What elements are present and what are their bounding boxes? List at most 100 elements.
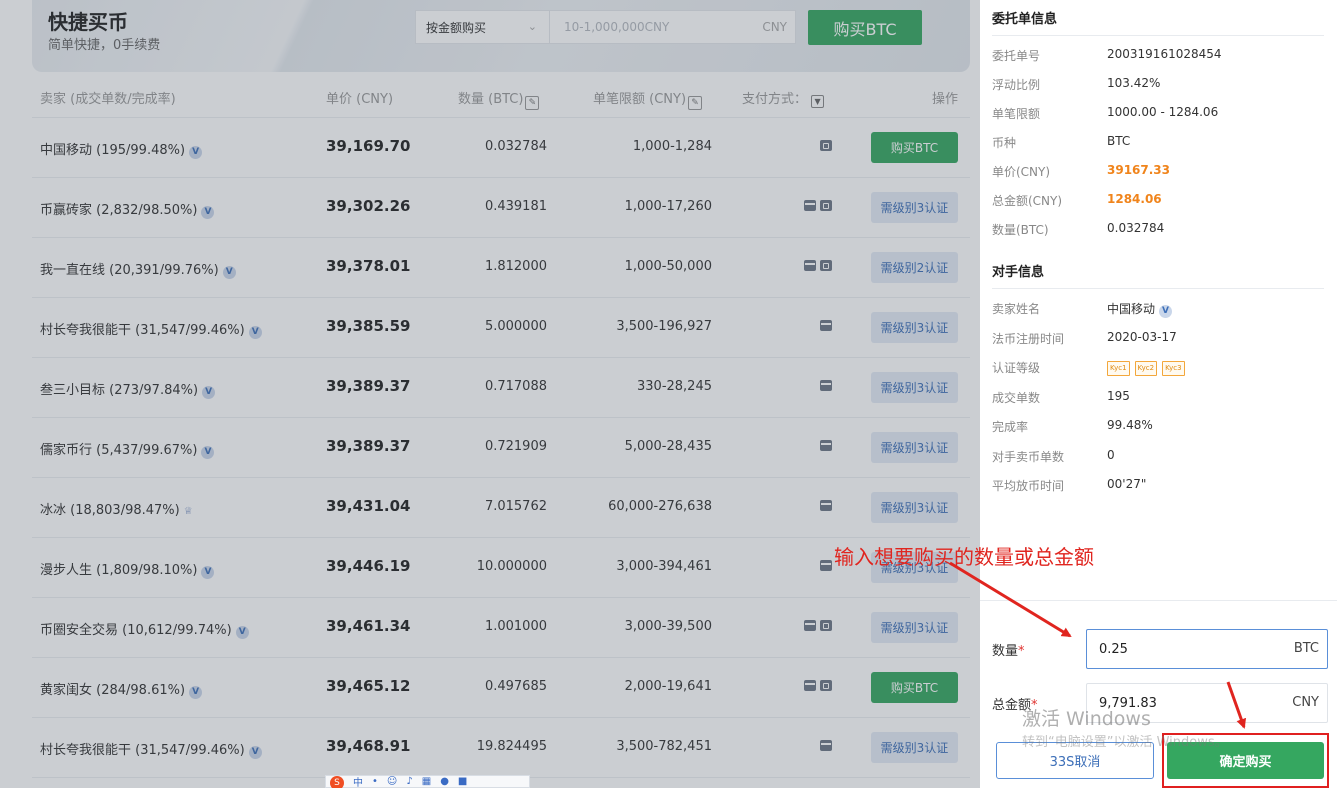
seller-name[interactable]: 币赢砖家 (2,832/98.50%) V xyxy=(40,199,215,219)
ime-language[interactable]: 中 xyxy=(353,774,363,788)
unit-price: 39,302.26 xyxy=(326,197,411,215)
microphone-icon[interactable]: ♪ xyxy=(406,776,412,787)
counterparty-key: 平均放币时间 xyxy=(992,479,1065,493)
keyboard-icon[interactable]: ▦ xyxy=(422,776,431,787)
order-info-value: 1284.06 xyxy=(1107,192,1162,206)
unit-price: 39,446.19 xyxy=(326,557,411,575)
header-pay[interactable]: 支付方式： ▼ xyxy=(742,88,825,108)
filter-icon[interactable]: ▼ xyxy=(811,95,825,108)
unit-price: 39,389.37 xyxy=(326,437,411,455)
purchase-mode-select[interactable]: 按金额购买 ⌄ xyxy=(415,10,550,44)
quantity: 1.812000 xyxy=(484,259,547,274)
payment-methods xyxy=(820,320,832,331)
seller-name[interactable]: 币圈安全交易 (10,612/99.74%) V xyxy=(40,619,249,639)
unit-price: 39,169.70 xyxy=(326,137,411,155)
alipay-icon xyxy=(820,620,832,631)
qty-label: 数量* xyxy=(992,640,1025,659)
page-title: 快捷买币 xyxy=(48,10,128,34)
header-action: 操作 xyxy=(931,92,958,107)
order-info-key: 总金额(CNY) xyxy=(992,194,1063,208)
seller-name[interactable]: 黄家闺女 (284/98.61%) V xyxy=(40,679,203,699)
alipay-icon xyxy=(820,140,832,151)
skin-icon[interactable]: ● xyxy=(440,776,449,787)
kyc-required-button[interactable]: 需级别3认证 xyxy=(871,432,958,463)
edit-icon[interactable]: ✎ xyxy=(688,96,703,110)
seller-name[interactable]: 中国移动 (195/99.48%) V xyxy=(40,139,203,159)
counterparty-key: 认证等级 xyxy=(992,361,1041,375)
kyc-required-button[interactable]: 需级别3认证 xyxy=(871,312,958,343)
counterparty-key: 成交单数 xyxy=(992,390,1041,405)
quick-buy-button[interactable]: 购买BTC xyxy=(808,10,922,45)
table-row: 币赢砖家 (2,832/98.50%) V 39,302.26 0.439181 1,0… xyxy=(32,178,970,238)
kyc-required-button[interactable]: 需级别3认证 xyxy=(871,492,958,523)
bank-card-icon xyxy=(820,500,832,511)
verified-icon: V xyxy=(222,266,236,279)
header-qty[interactable]: 数量 (BTC) ✎ xyxy=(458,88,540,110)
seller-name-text: 中国移动 xyxy=(1107,302,1156,316)
seller-name[interactable]: 我一直在线 (20,391/99.76%) V xyxy=(40,259,236,279)
payment-methods xyxy=(804,260,832,271)
buy-btc-button[interactable]: 购买BTC xyxy=(871,132,958,163)
kyc-required-button[interactable]: 需级别3认证 xyxy=(871,612,958,643)
header-limit-label: 单笔限额 (CNY) xyxy=(593,92,687,107)
verified-icon: V xyxy=(248,746,262,759)
seller-name[interactable]: 叁三小目标 (273/97.84%) V xyxy=(40,379,216,399)
counterparty-item: 认证等级 Kyc1 Kyc2 Kyc3 xyxy=(992,359,1332,379)
order-info-item: 浮动比例 103.42% xyxy=(992,76,1332,96)
amount-input[interactable]: 10-1,000,000CNY CNY xyxy=(550,10,796,44)
ime-toolbar[interactable]: S 中 • ☺ ♪ ▦ ● ■ xyxy=(325,775,530,788)
amount-unit: CNY xyxy=(762,20,787,34)
unit-price: 39,431.04 xyxy=(326,497,411,515)
seller-name[interactable]: 漫步人生 (1,809/98.10%) V xyxy=(40,559,215,579)
kyc-badge: Kyc2 xyxy=(1134,361,1158,376)
order-info-value: 0.032784 xyxy=(1107,221,1165,235)
kyc-required-button[interactable]: 需级别3认证 xyxy=(871,372,958,403)
section-divider xyxy=(992,288,1324,289)
emoji-icon[interactable]: ☺ xyxy=(387,776,397,787)
seller-name[interactable]: 村长夸我很能干 (31,547/99.46%) V xyxy=(40,319,262,339)
bank-card-icon xyxy=(820,440,832,451)
seller-name[interactable]: 儒家币行 (5,437/99.67%) V xyxy=(40,439,215,459)
table-row: 漫步人生 (1,809/98.10%) V 39,446.19 10.000000 3,… xyxy=(32,538,970,598)
qty-unit: BTC xyxy=(1293,641,1319,656)
order-info-value: 1000.00 - 1284.06 xyxy=(1107,105,1219,119)
order-limit: 2,000-19,641 xyxy=(624,679,712,694)
edit-icon[interactable]: ✎ xyxy=(525,96,540,110)
table-row: 村长夸我很能干 (31,547/99.46%) V 39,385.59 5.00000… xyxy=(32,298,970,358)
punctuation-icon[interactable]: • xyxy=(372,776,378,787)
seller-name[interactable]: 冰冰 (18,803/98.47%) ♕ xyxy=(40,499,193,518)
order-info-value: 103.42% xyxy=(1107,76,1161,90)
header-limit[interactable]: 单笔限额 (CNY) ✎ xyxy=(593,88,703,110)
qty-label-text: 数量 xyxy=(992,644,1019,659)
kyc-required-button[interactable]: 需级别3认证 xyxy=(871,192,958,223)
kyc-required-button[interactable]: 需级别2认证 xyxy=(871,252,958,283)
quantity: 19.824495 xyxy=(476,739,547,754)
tools-icon[interactable]: ■ xyxy=(458,776,467,787)
sogou-logo-icon[interactable]: S xyxy=(330,775,344,788)
seller-name-text: 漫步人生 (1,809/98.10%) xyxy=(40,563,198,578)
buy-btc-button[interactable]: 购买BTC xyxy=(871,672,958,703)
seller-name-text: 村长夸我很能干 (31,547/99.46%) xyxy=(40,743,245,758)
order-info-item: 币种 BTC xyxy=(992,134,1332,154)
bank-card-icon xyxy=(820,380,832,391)
seller-name[interactable]: 村长夸我很能干 (31,547/99.46%) V xyxy=(40,739,262,759)
counterparty-item: 卖家姓名 中国移动 V xyxy=(992,300,1332,320)
kyc-required-button[interactable]: 需级别3认证 xyxy=(871,732,958,763)
qty-input[interactable]: 0.25 BTC xyxy=(1086,629,1328,669)
order-limit: 3,500-782,451 xyxy=(616,739,712,754)
table-row: 中国移动 (195/99.48%) V 39,169.70 0.032784 1,000… xyxy=(32,118,970,178)
order-info-item: 委托单号 200319161028454 xyxy=(992,47,1332,67)
seller-name-text: 中国移动 (195/99.48%) xyxy=(40,143,186,158)
unit-price: 39,461.34 xyxy=(326,617,411,635)
unit-price: 39,468.91 xyxy=(326,737,411,755)
bank-card-icon xyxy=(804,620,816,631)
payment-methods xyxy=(820,440,832,451)
payment-methods xyxy=(820,560,832,571)
qty-value: 0.25 xyxy=(1099,642,1128,657)
order-info-key: 币种 xyxy=(992,136,1017,150)
seller-name-text: 冰冰 (18,803/98.47%) xyxy=(40,503,180,518)
payment-methods xyxy=(820,500,832,511)
counterparty-value: 00'27" xyxy=(1107,477,1147,491)
order-info-item: 数量(BTC) 0.032784 xyxy=(992,221,1332,241)
payment-methods xyxy=(820,140,832,151)
